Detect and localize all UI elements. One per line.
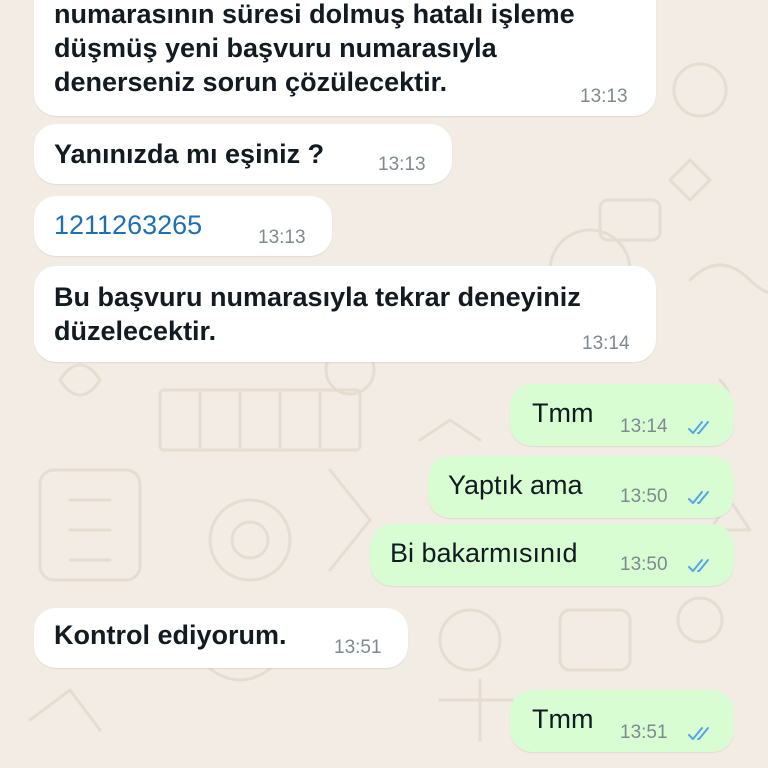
incoming-message[interactable]: Bu başvuru numarasıyla tekrar deneyiniz … — [34, 266, 656, 362]
message-text: Tmm — [532, 398, 594, 428]
message-timestamp: 13:50 — [620, 486, 668, 507]
outgoing-message[interactable]: Bi bakarmısınıd 13:50 — [370, 524, 734, 586]
message-text: Tmm — [532, 704, 594, 734]
outgoing-message[interactable]: Tmm 13:51 — [510, 690, 734, 752]
message-text-line: düşmüş yeni başvuru numarasıyla — [54, 33, 497, 63]
incoming-message[interactable]: Kontrol ediyorum. 13:51 — [34, 608, 408, 668]
message-timestamp: 13:13 — [258, 227, 306, 248]
message-timestamp: 13:14 — [582, 333, 630, 354]
outgoing-message[interactable]: Yaptık ama 13:50 — [428, 456, 734, 518]
message-timestamp: 13:13 — [580, 86, 628, 107]
message-timestamp: 13:50 — [620, 554, 668, 575]
message-timestamp: 13:51 — [334, 637, 382, 658]
message-text: Kontrol ediyorum. — [54, 620, 287, 650]
message-timestamp: 13:51 — [620, 722, 668, 743]
message-text-line: Bu başvuru numarasıyla tekrar deneyiniz — [54, 282, 581, 312]
incoming-message[interactable]: Yanınızda mı eşiniz ? 13:13 — [34, 124, 452, 184]
read-double-check-icon — [688, 491, 709, 504]
outgoing-message[interactable]: Tmm 13:14 — [510, 384, 734, 446]
message-timestamp: 13:14 — [620, 416, 668, 437]
message-text-line: denerseniz sorun çözülecektir. — [54, 67, 448, 97]
incoming-message[interactable]: numarasının süresi dolmuş hatalı işleme … — [34, 0, 656, 116]
read-double-check-icon — [688, 559, 709, 572]
read-double-check-icon — [688, 727, 709, 740]
read-double-check-icon — [688, 421, 709, 434]
incoming-message[interactable]: 1211263265 13:13 — [34, 196, 332, 256]
message-text: Yanınızda mı eşiniz ? — [54, 139, 325, 169]
message-text: Bi bakarmısınıd — [390, 538, 578, 568]
message-timestamp: 13:13 — [378, 154, 426, 175]
phone-number-link[interactable]: 1211263265 — [54, 208, 202, 242]
message-text-line: numarasının süresi dolmuş hatalı işleme — [54, 0, 575, 29]
message-text-line: düzelecektir. — [54, 316, 217, 346]
message-text: Yaptık ama — [448, 470, 583, 500]
